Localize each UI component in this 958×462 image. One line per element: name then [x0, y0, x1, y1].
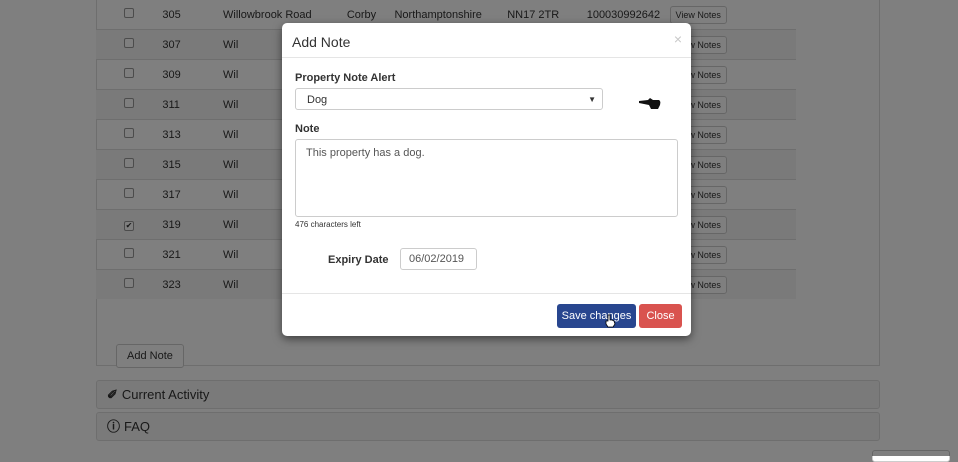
save-changes-button[interactable]: Save changes — [557, 304, 636, 328]
close-icon[interactable]: × — [674, 31, 682, 47]
add-note-modal: Add Note × Property Note Alert Dog ▼ Not… — [282, 23, 691, 336]
chevron-down-icon: ▼ — [588, 95, 596, 104]
hand-cursor-icon — [605, 314, 616, 328]
modal-footer: Save changes Close — [282, 293, 691, 337]
pointing-hand-icon — [639, 98, 661, 109]
modal-header: Add Note × — [282, 23, 691, 58]
property-note-alert-label: Property Note Alert — [295, 72, 396, 84]
note-textarea[interactable]: This property has a dog. — [295, 139, 678, 217]
close-button[interactable]: Close — [639, 304, 682, 328]
characters-left: 476 characters left — [295, 220, 361, 229]
alert-selected-value: Dog — [307, 94, 328, 106]
expiry-date-label: Expiry Date — [328, 254, 389, 266]
modal-title: Add Note — [292, 34, 351, 50]
property-note-alert-select[interactable]: Dog ▼ — [295, 88, 603, 110]
expiry-date-input[interactable]: 06/02/2019 — [400, 248, 477, 270]
note-label: Note — [295, 123, 320, 135]
